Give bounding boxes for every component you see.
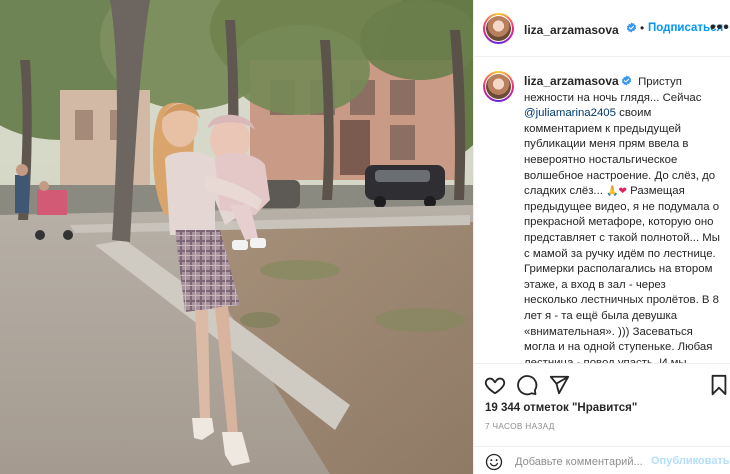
comment-bar: Опубликовать	[474, 446, 730, 474]
post-photo[interactable]	[0, 0, 473, 474]
photo-icon	[0, 0, 473, 474]
post-side-panel: liza_arzamasova • Подписаться ••• liza_a…	[473, 0, 730, 474]
praying-hands-icon: 🙏	[606, 186, 619, 198]
verified-badge-icon	[626, 22, 637, 33]
save-bookmark-icon[interactable]	[708, 374, 730, 396]
post-actions-bar	[474, 363, 730, 403]
caption-text-part1: своим комментарием к предыдущей публикац…	[524, 107, 716, 198]
post-caption: liza_arzamasova Приступ нежности на ночь…	[524, 74, 721, 363]
like-heart-icon[interactable]	[484, 374, 506, 396]
header-separator: •	[640, 21, 645, 35]
likes-count[interactable]: 19 344 отметок "Нравится"	[485, 402, 637, 414]
publish-button[interactable]: Опубликовать	[651, 455, 730, 467]
post-timestamp[interactable]: 7 ЧАСОВ НАЗАД	[485, 421, 555, 431]
caption-area[interactable]: liza_arzamasova Приступ нежности на ночь…	[474, 58, 730, 363]
avatar-icon[interactable]	[486, 16, 511, 41]
caption-avatar-icon[interactable]	[486, 74, 511, 99]
caption-mention-link[interactable]: @juliamarina2405	[524, 107, 616, 119]
post-header: liza_arzamasova • Подписаться •••	[474, 0, 730, 57]
author-username[interactable]: liza_arzamasova	[524, 23, 619, 37]
red-heart-icon: ❤	[618, 186, 627, 198]
caption-text-part2: Размещая предыдущее видео, я не подумала…	[524, 185, 720, 363]
caption-verified-badge-icon	[621, 75, 631, 86]
share-paper-plane-icon[interactable]	[548, 374, 570, 396]
caption-username[interactable]: liza_arzamasova	[524, 74, 619, 88]
comment-input[interactable]	[515, 454, 649, 470]
more-options-icon[interactable]: •••	[710, 19, 730, 37]
comment-bubble-icon[interactable]	[516, 374, 538, 396]
smiley-emoji-icon[interactable]	[485, 453, 503, 471]
